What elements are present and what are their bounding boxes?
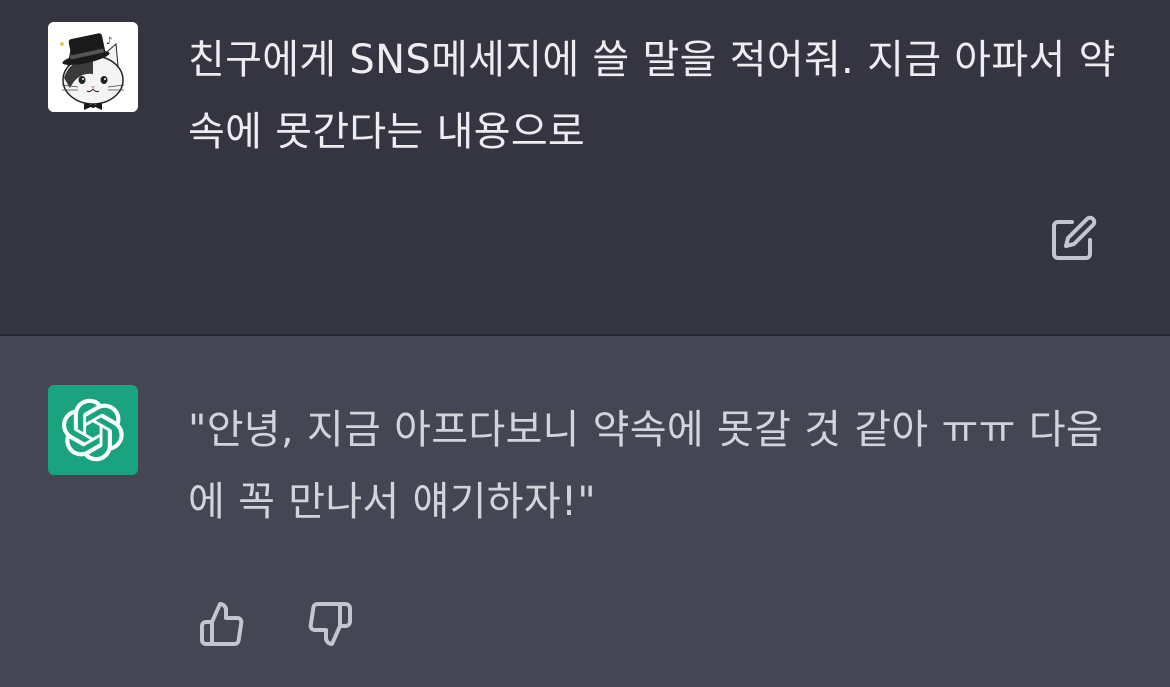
user-message-text: 친구에게 SNS메세지에 쓸 말을 적어줘. 지금 아파서 약속에 못간다는 내… [188,37,1116,155]
user-avatar: ♪ [48,22,138,112]
cat-avatar-icon: ♪ [48,22,138,112]
assistant-message-text: "안녕, 지금 아프다보니 약속에 못갈 것 같아 ㅠㅠ 다음에 꼭 만나서 얘… [188,407,1103,525]
thumbs-up-button[interactable] [194,596,250,652]
thumbs-up-icon [200,602,244,646]
assistant-avatar [48,385,138,475]
openai-logo-icon [62,398,124,462]
edit-message-button[interactable] [1046,210,1102,266]
thumbs-down-icon [308,602,352,646]
thumbs-down-button[interactable] [302,596,358,652]
edit-icon [1052,215,1097,260]
svg-text:♪: ♪ [106,36,112,47]
